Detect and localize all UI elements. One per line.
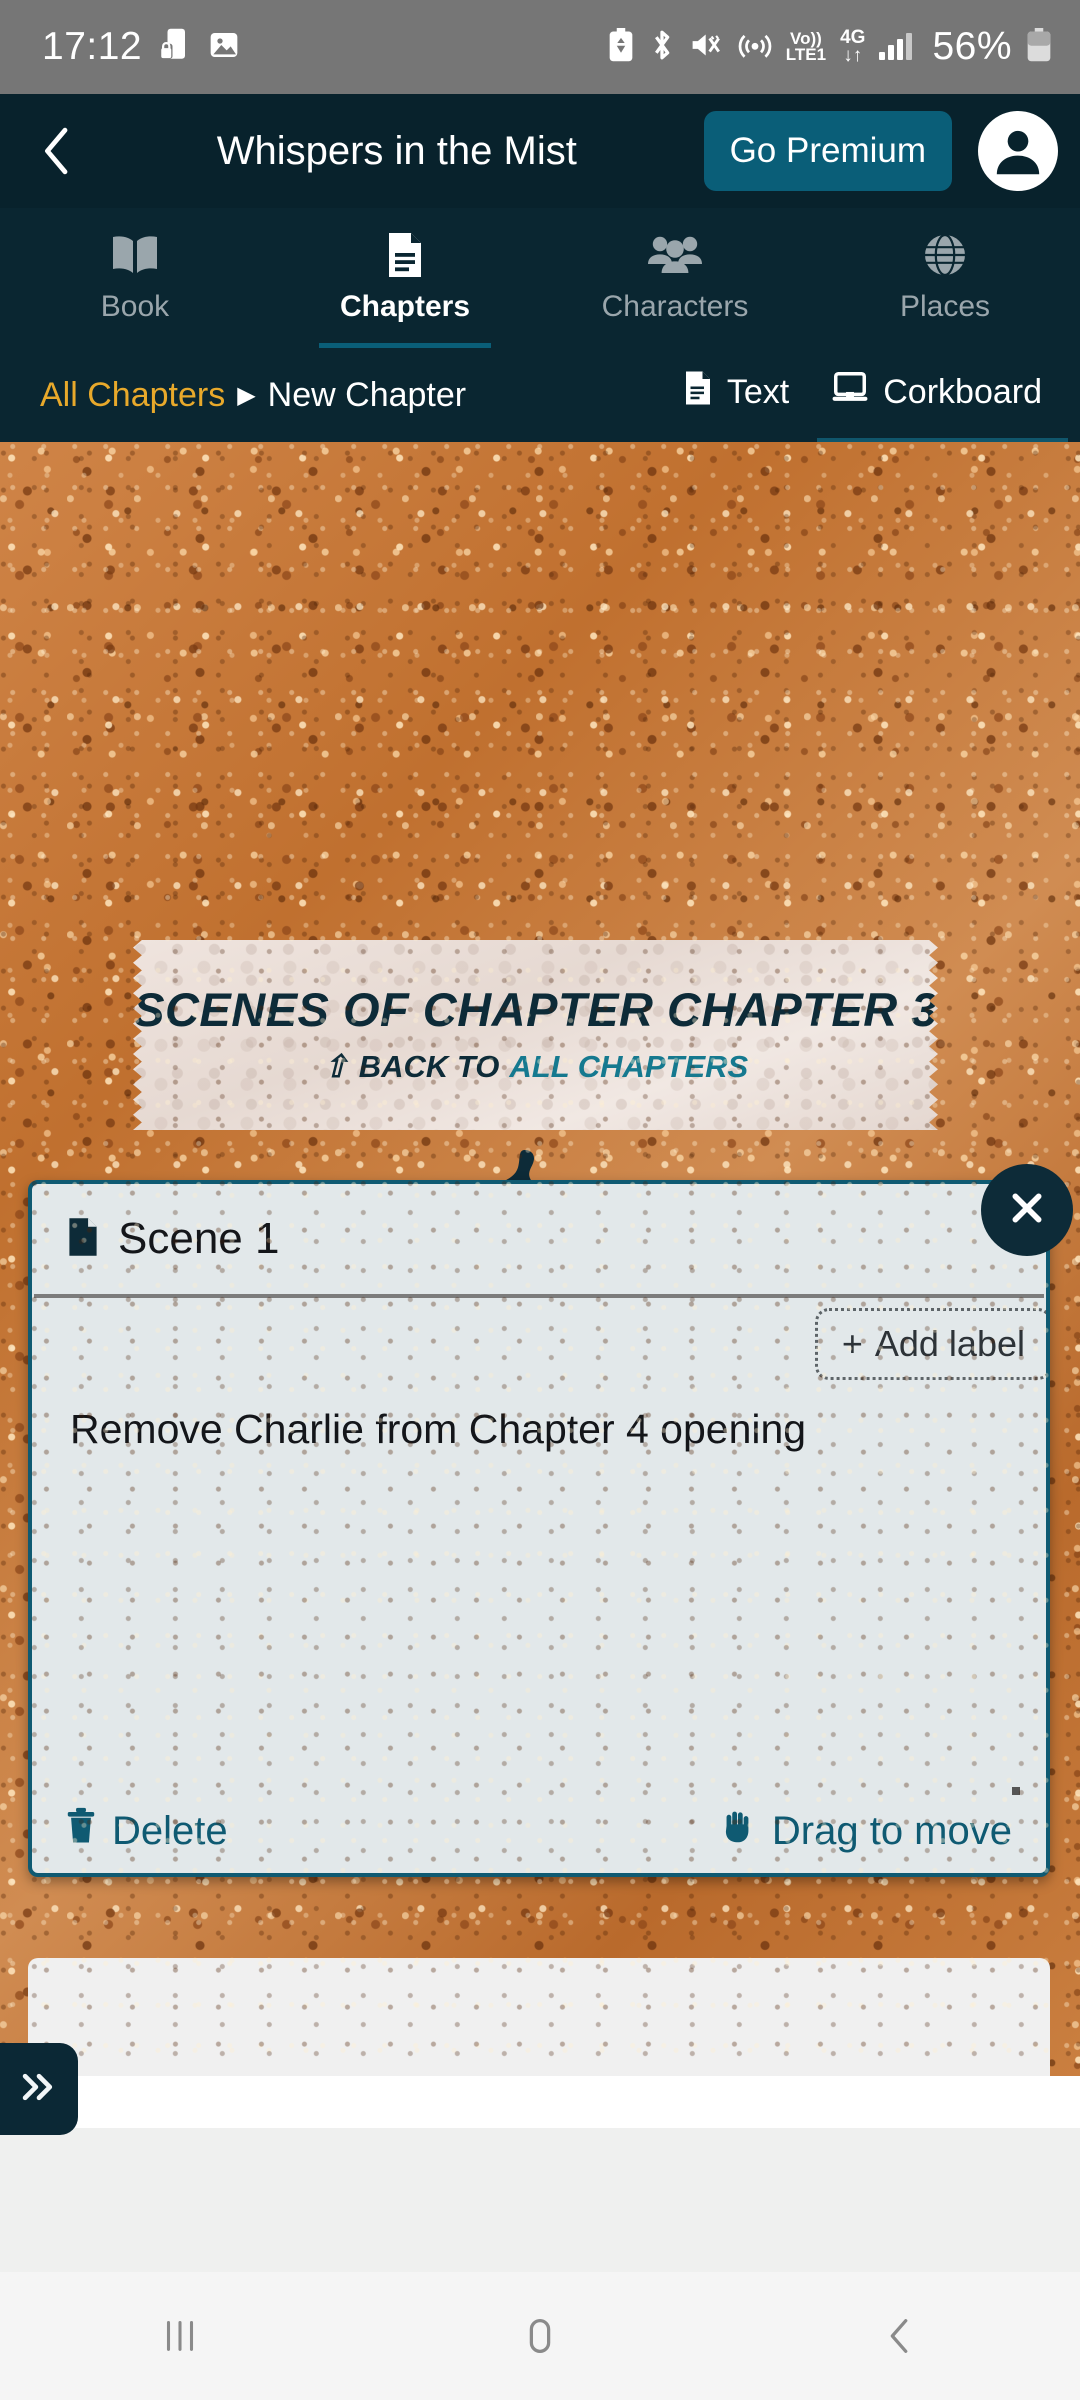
scene-card-footer: Delete Drag to move xyxy=(32,1807,1046,1855)
breadcrumb-separator-icon: ▶ xyxy=(237,381,256,409)
corkboard-banner: SCENES OF CHAPTER CHAPTER 3 ⇧ BACK TO AL… xyxy=(133,940,938,1130)
android-nav-bar xyxy=(0,2272,1080,2400)
battery-saver-icon xyxy=(608,27,634,67)
add-new-scene-card[interactable]: Add new scene xyxy=(28,1958,1050,2076)
back-icon[interactable] xyxy=(830,2272,970,2400)
close-x-icon xyxy=(1007,1188,1047,1233)
battery-icon xyxy=(1026,27,1052,67)
document-icon xyxy=(683,369,713,416)
tab-places-label: Places xyxy=(899,290,991,323)
page-bottom-spacer xyxy=(0,2128,1080,2272)
section-tabs: Book Chapters Characters Places xyxy=(0,208,1080,348)
signal-bars-icon xyxy=(879,33,913,60)
chevron-left-icon[interactable] xyxy=(34,127,80,175)
status-bar: 17:12 Vo)) LTE1 4G ↓↑ 56% xyxy=(0,0,1080,94)
hotspot-icon xyxy=(738,29,772,66)
volte-bottom: LTE1 xyxy=(785,45,827,64)
breadcrumb-current: New Chapter xyxy=(267,375,467,414)
scene-card-body[interactable]: Remove Charlie from Chapter 4 opening xyxy=(32,1376,1046,1457)
tab-book[interactable]: Book xyxy=(0,208,270,348)
volte-icon: Vo)) LTE1 xyxy=(785,30,827,64)
scene-card-title: Scene 1 xyxy=(118,1214,280,1263)
recents-icon[interactable] xyxy=(110,2272,250,2400)
banner-back-prefix: BACK TO xyxy=(358,1048,500,1084)
corkboard-icon xyxy=(831,371,869,414)
add-label-text: Add label xyxy=(874,1323,1025,1364)
4g-data-icon: 4G ↓↑ xyxy=(840,28,865,66)
tab-characters[interactable]: Characters xyxy=(540,208,810,348)
tab-chapters-label: Chapters xyxy=(339,290,471,323)
drag-label: Drag to move xyxy=(771,1808,1012,1853)
status-bar-left: 17:12 xyxy=(42,25,240,69)
tab-characters-label: Characters xyxy=(601,290,749,323)
hand-icon xyxy=(718,1807,756,1855)
document-icon xyxy=(385,232,425,278)
breadcrumb-all-chapters[interactable]: All Chapters xyxy=(40,376,225,415)
tab-chapters[interactable]: Chapters xyxy=(270,208,540,348)
document-icon xyxy=(66,1216,100,1263)
breadcrumb: All Chapters ▶ New Chapter xyxy=(40,376,466,415)
page-title: Whispers in the Mist xyxy=(216,128,577,173)
tab-places[interactable]: Places xyxy=(810,208,1080,348)
home-icon[interactable] xyxy=(470,2272,610,2400)
breadcrumb-bar: All Chapters ▶ New Chapter Text Corkboar… xyxy=(0,348,1080,444)
double-chevron-right-icon xyxy=(18,2070,60,2109)
open-book-icon xyxy=(109,232,161,278)
corkboard-area: SCENES OF CHAPTER CHAPTER 3 ⇧ BACK TO AL… xyxy=(0,442,1080,2076)
tab-book-label: Book xyxy=(100,290,170,323)
view-text-button[interactable]: Text xyxy=(683,369,789,422)
screen-lock-rotation-icon xyxy=(160,27,190,68)
bluetooth-icon xyxy=(648,28,676,67)
delete-scene-button[interactable]: Delete xyxy=(66,1807,228,1855)
go-premium-button[interactable]: Go Premium xyxy=(703,111,952,191)
banner-title: SCENES OF CHAPTER CHAPTER 3 xyxy=(133,983,938,1037)
status-clock: 17:12 xyxy=(42,25,143,68)
view-toggle: Text Corkboard xyxy=(683,369,1068,444)
mute-vibrate-icon xyxy=(690,29,724,66)
battery-percent: 56% xyxy=(932,25,1012,68)
expand-sidebar-button[interactable] xyxy=(0,2043,78,2135)
resize-handle[interactable] xyxy=(1012,1787,1020,1795)
view-corkboard-label: Corkboard xyxy=(883,372,1042,411)
delete-label: Delete xyxy=(112,1808,228,1853)
close-scene-card-button[interactable] xyxy=(981,1164,1073,1256)
photo-icon xyxy=(208,29,240,66)
banner-back-link[interactable]: ⇧ BACK TO ALL CHAPTERS xyxy=(323,1049,748,1085)
view-text-label: Text xyxy=(726,372,790,411)
banner-back-target: ALL CHAPTERS xyxy=(509,1048,749,1084)
status-bar-right: Vo)) LTE1 4G ↓↑ 56% xyxy=(608,25,1052,69)
people-icon xyxy=(648,232,702,278)
account-circle-icon[interactable] xyxy=(978,111,1058,191)
add-label-button[interactable]: + Add label xyxy=(814,1308,1046,1380)
trash-icon xyxy=(66,1807,96,1855)
scene-card-header: Scene 1 xyxy=(32,1184,1046,1294)
data-arrows: ↓↑ xyxy=(843,45,863,66)
view-corkboard-button[interactable]: Corkboard xyxy=(817,371,1068,444)
scene-card-label-row: + Add label xyxy=(32,1298,1046,1380)
scene-card[interactable]: Scene 1 + Add label Remove Charlie from … xyxy=(28,1180,1050,1877)
up-arrow-icon: ⇧ xyxy=(322,1048,349,1084)
drag-to-move-handle[interactable]: Drag to move xyxy=(718,1807,1012,1855)
app-header: Whispers in the Mist Go Premium xyxy=(0,94,1080,208)
phone-screen: 17:12 Vo)) LTE1 4G ↓↑ 56% Whispers in th… xyxy=(0,0,1080,2400)
plus-icon: + xyxy=(841,1323,863,1364)
globe-icon xyxy=(922,232,968,278)
